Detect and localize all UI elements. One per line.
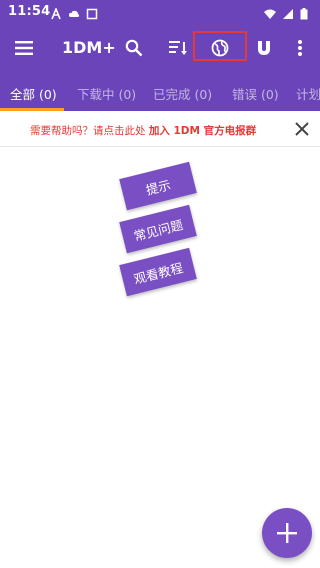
battery-icon xyxy=(300,5,312,20)
menu-button[interactable] xyxy=(8,32,40,64)
wifi-icon xyxy=(264,5,276,19)
search-icon xyxy=(125,39,143,57)
status-icons-right xyxy=(264,5,312,20)
status-time: 11:54 xyxy=(8,4,51,19)
tip-tutorial-button[interactable]: 观看教程 xyxy=(119,247,197,297)
sort-button[interactable] xyxy=(162,32,194,64)
help-banner[interactable]: 需要帮助吗？请点击此处 加入 1DM 官方电报群 xyxy=(0,111,320,147)
banner-close-button[interactable] xyxy=(292,119,312,139)
tab-all[interactable]: 全部 (0) xyxy=(10,84,57,103)
cloud-icon xyxy=(68,5,80,17)
banner-text: 需要帮助吗？请点击此处 加入 1DM 官方电报群 xyxy=(30,123,256,138)
tab-completed[interactable]: 已完成 (0) xyxy=(153,84,212,103)
browser-button[interactable] xyxy=(204,32,236,64)
status-bar: 11:54 xyxy=(0,0,320,24)
app-screen: 11:54 1DM+ 全部 (0) 下载中 (0) 已完成 (0) 错误 (0)… xyxy=(0,0,320,568)
app-header: 11:54 1DM+ 全部 (0) 下载中 (0) 已完成 (0) 错误 (0)… xyxy=(0,0,320,111)
status-icons-left xyxy=(50,5,98,20)
tab-scheduled[interactable]: 计划 xyxy=(296,84,320,103)
app-title: 1DM+ xyxy=(62,38,116,57)
toolbar: 1DM+ xyxy=(0,24,320,72)
font-a-icon xyxy=(50,5,62,20)
close-icon xyxy=(295,122,309,136)
magnet-button[interactable] xyxy=(248,32,280,64)
banner-prompt: 需要帮助吗？请点击此处 xyxy=(30,125,149,137)
more-vert-icon xyxy=(298,40,302,56)
add-download-button[interactable] xyxy=(262,508,312,558)
signal-icon xyxy=(282,5,294,19)
plus-icon xyxy=(277,523,297,543)
square-icon xyxy=(86,5,98,20)
more-options-button[interactable] xyxy=(284,32,316,64)
search-button[interactable] xyxy=(118,32,150,64)
tab-error[interactable]: 错误 (0) xyxy=(232,84,279,103)
browser-globe-icon xyxy=(211,39,229,57)
magnet-icon xyxy=(258,41,270,55)
tab-bar: 全部 (0) 下载中 (0) 已完成 (0) 错误 (0) 计划 xyxy=(0,72,320,111)
tab-downloading[interactable]: 下载中 (0) xyxy=(77,84,136,103)
sort-icon xyxy=(169,41,187,55)
menu-icon xyxy=(15,41,33,55)
tip-faq-button[interactable]: 常见问题 xyxy=(119,204,197,254)
banner-telegram-link[interactable]: 加入 1DM 官方电报群 xyxy=(149,125,256,137)
tip-hint-button[interactable]: 提示 xyxy=(119,161,197,211)
